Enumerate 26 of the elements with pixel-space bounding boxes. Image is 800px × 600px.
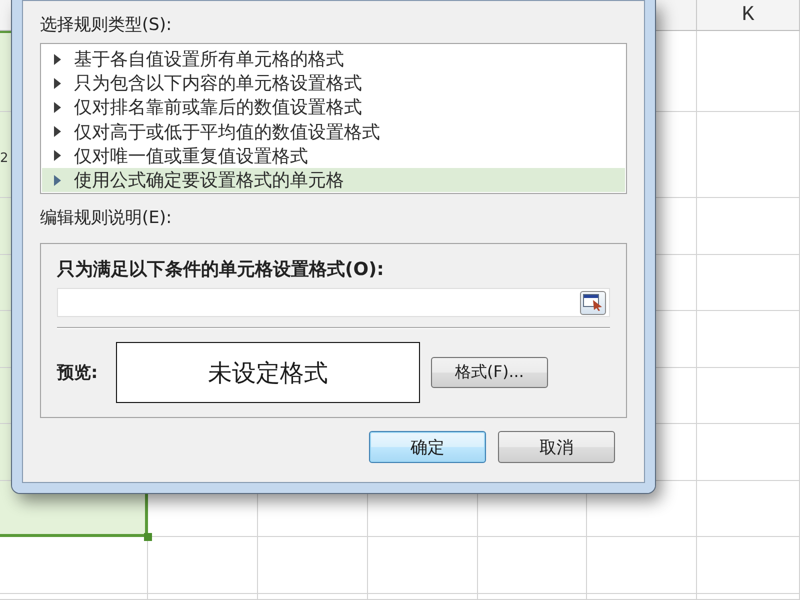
range-picker-button[interactable] (580, 290, 606, 314)
triangle-icon (54, 102, 61, 113)
column-header[interactable]: K (697, 0, 800, 31)
format-preview: 未设定格式 (116, 342, 420, 403)
rule-type-item[interactable]: 使用公式确定要设置格式的单元格 (42, 168, 625, 192)
fill-handle[interactable] (144, 533, 152, 541)
rule-type-label: 选择规则类型(S): (40, 14, 173, 36)
window-cursor-icon (583, 294, 603, 311)
formula-input[interactable] (57, 288, 610, 317)
cell-text: 2 (0, 150, 8, 166)
rule-type-item[interactable]: 仅对唯一值或重复值设置格式 (42, 144, 625, 168)
triangle-icon (54, 54, 61, 65)
dialog-button[interactable]: 确定 (369, 431, 486, 463)
triangle-icon (54, 150, 61, 162)
rule-type-item[interactable]: 仅对高于或低于平均值的数值设置格式 (42, 120, 625, 144)
rule-type-item[interactable]: 只为包含以下内容的单元格设置格式 (42, 71, 625, 96)
preview-label: 预览: (57, 362, 99, 384)
condition-label: 只为满足以下条件的单元格设置格式(O): (57, 259, 385, 281)
triangle-icon (54, 126, 61, 138)
rule-type-item[interactable]: 仅对排名靠前或靠后的数值设置格式 (42, 95, 625, 120)
format-button[interactable]: 格式(F)... (431, 357, 548, 388)
rule-type-item[interactable]: 基于各自值设置所有单元格的格式 (42, 47, 625, 72)
triangle-icon (54, 78, 61, 89)
triangle-icon (54, 174, 61, 186)
rule-description-label: 编辑规则说明(E): (40, 207, 173, 229)
dialog-button[interactable]: 取消 (498, 431, 615, 463)
